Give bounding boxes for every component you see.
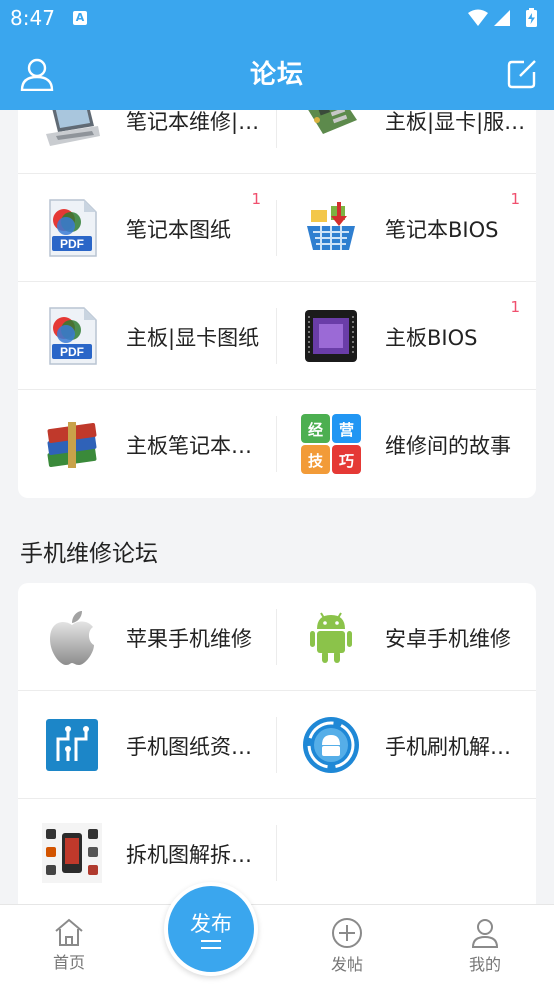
new-count-badge: 1 [251, 190, 261, 208]
forum-item-label: 拆机图解拆… [126, 843, 252, 867]
download-basket-icon [307, 202, 355, 250]
app-header: 论坛 [0, 38, 554, 110]
forum-row: 苹果手机维修 安卓手机维修 [18, 583, 536, 691]
tips-tiles-icon: 经 营 技 巧 [301, 414, 361, 474]
divider [276, 825, 277, 881]
nav-home-label: 首页 [52, 953, 85, 972]
pdf-icon: PDF [49, 307, 97, 365]
forum-item-android-repair[interactable]: 安卓手机维修 [277, 583, 536, 691]
svg-text:PDF: PDF [60, 237, 84, 251]
status-time: 8:47 [10, 6, 55, 30]
forum-item-label: 手机图纸资… [126, 735, 252, 759]
forum-item-label: 主板|显卡|服… [385, 110, 525, 134]
status-bar: 8:47 A [0, 0, 554, 38]
new-count-badge: 1 [510, 298, 520, 316]
menu-lines-icon [201, 940, 221, 954]
android-robot-icon [310, 612, 352, 663]
forum-item-label: 主板BIOS [385, 326, 478, 350]
forum-card-phone: 苹果手机维修 安卓手机维修 手机图纸资… 手机刷机解… 拆机图解拆… [18, 583, 536, 913]
apple-logo-icon [50, 611, 94, 665]
forum-item-label: 安卓手机维修 [385, 627, 511, 651]
wifi-signal-battery-icon [468, 8, 537, 27]
circuit-schematic-icon [46, 719, 98, 771]
forum-item-laptop-bios[interactable]: 笔记本BIOS 1 [277, 174, 536, 282]
forum-item-label: 笔记本图纸 [126, 218, 231, 242]
tile-text: 营 [339, 421, 354, 439]
publish-label: 发布 [190, 912, 232, 936]
pdf-icon: PDF [49, 199, 97, 257]
forum-row: 拆机图解拆… [18, 799, 536, 907]
home-icon [55, 918, 83, 946]
user-icon [471, 919, 499, 948]
forum-item-label: 维修间的故事 [385, 434, 511, 458]
publish-button[interactable]: 发布 [164, 882, 258, 976]
forum-card-laptop: 笔记本维修|… 主板|显卡|服… PDF 笔记本图纸 1 笔记本BIOS 1 P… [18, 66, 536, 498]
forum-item-iphone-repair[interactable]: 苹果手机维修 [18, 583, 277, 691]
forum-item-board-schematics[interactable]: PDF 主板|显卡图纸 [18, 282, 277, 390]
section-title: 手机维修论坛 [20, 541, 158, 567]
nav-post[interactable]: 发帖 [302, 917, 392, 975]
nav-post-label: 发帖 [330, 955, 363, 974]
chip-icon [305, 310, 357, 362]
forum-item-label: 笔记本维修|… [126, 110, 260, 134]
nav-home[interactable]: 首页 [24, 917, 114, 973]
forum-item-repair-stories[interactable]: 经 营 技 巧 维修间的故事 [277, 390, 536, 498]
page-title: 论坛 [249, 60, 304, 90]
compose-icon[interactable] [506, 58, 538, 90]
forum-row: 手机图纸资… 手机刷机解… [18, 691, 536, 799]
tile-text: 技 [308, 452, 324, 470]
tile-text: 经 [308, 421, 323, 439]
android-flash-icon [303, 717, 359, 773]
forum-item-label: 苹果手机维修 [126, 627, 252, 651]
winrar-books-icon [47, 422, 97, 468]
status-icons [466, 8, 546, 34]
svg-text:PDF: PDF [60, 345, 84, 359]
forum-item-phone-flash[interactable]: 手机刷机解… [277, 691, 536, 799]
forum-item-label: 主板笔记本… [126, 434, 252, 458]
notification-a-icon: A [73, 11, 87, 25]
forum-item-label: 主板|显卡图纸 [126, 326, 260, 350]
phone-teardown-icon [42, 823, 102, 883]
forum-item-board-laptop-files[interactable]: 主板笔记本… [18, 390, 277, 498]
tile-text: 巧 [339, 452, 354, 470]
bottom-nav: 首页 发帖 我的 [0, 904, 554, 985]
nav-mine-label: 我的 [468, 955, 501, 974]
forum-item-phone-schematics[interactable]: 手机图纸资… [18, 691, 277, 799]
new-count-badge: 1 [510, 190, 520, 208]
forum-item-label: 手机刷机解… [385, 735, 511, 759]
forum-row: PDF 笔记本图纸 1 笔记本BIOS 1 [18, 174, 536, 282]
nav-mine[interactable]: 我的 [440, 917, 530, 975]
forum-item-label: 笔记本BIOS [385, 218, 499, 242]
forum-item-laptop-schematics[interactable]: PDF 笔记本图纸 1 [18, 174, 277, 282]
forum-item-board-bios[interactable]: 主板BIOS 1 [277, 282, 536, 390]
plus-circle-icon [332, 918, 362, 948]
forum-row: 主板笔记本… 经 营 技 巧 维修间的故事 [18, 390, 536, 498]
forum-row: PDF 主板|显卡图纸 主板BIOS 1 [18, 282, 536, 390]
